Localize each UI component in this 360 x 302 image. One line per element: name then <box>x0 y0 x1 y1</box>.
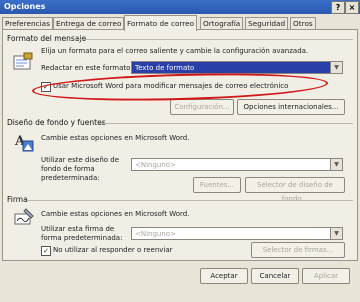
signature-select-value: <Ninguno> <box>135 230 176 238</box>
cancel-button[interactable]: Cancelar <box>251 268 299 284</box>
apply-button[interactable]: Aplicar <box>302 268 350 284</box>
tab-panel: Formato del mensaje Elija un formato par… <box>2 29 358 261</box>
signature-selector-button[interactable]: Selector de firmas... <box>251 242 345 258</box>
signature-select[interactable]: <Ninguno> ▼ <box>131 227 343 240</box>
divider <box>99 123 353 124</box>
no-reply-label: No utilizar al responder o reenviar <box>53 246 173 254</box>
chevron-down-icon: ▼ <box>330 228 342 239</box>
mail-format-icon <box>13 52 33 70</box>
divider <box>27 200 353 201</box>
format-select-value: Texto de formato <box>135 64 195 72</box>
background-fonts-icon: A <box>14 134 34 152</box>
signature-label: Utilizar esta firma de forma predetermin… <box>41 225 123 242</box>
tab-strip: Preferencias Entrega de correo Formato d… <box>2 15 358 31</box>
chevron-down-icon: ▼ <box>330 159 342 170</box>
ok-button[interactable]: Aceptar <box>200 268 248 284</box>
format-select[interactable]: Texto de formato ▼ <box>131 61 343 74</box>
title-bar: Opciones ? × <box>0 0 360 14</box>
no-reply-checkbox[interactable]: ✓ <box>41 246 51 256</box>
international-options-button[interactable]: Opciones internacionales... <box>237 99 345 115</box>
tab-formato-de-correo[interactable]: Formato de correo <box>124 15 198 31</box>
background-description: Cambie estas opciones en Microsoft Word. <box>41 134 190 142</box>
background-select-value: <Ninguno> <box>135 161 176 169</box>
fonts-button[interactable]: Fuentes... <box>193 177 241 193</box>
chevron-down-icon: ▼ <box>330 62 342 73</box>
signature-icon <box>14 208 34 225</box>
background-label: Utilizar este diseño de fondo de forma p… <box>41 156 120 182</box>
configuration-button[interactable]: Configuración... <box>170 99 234 115</box>
background-select[interactable]: <Ninguno> ▼ <box>131 158 343 171</box>
help-button[interactable]: ? <box>331 1 345 14</box>
window-title: Opciones <box>4 2 46 11</box>
section-title-background: Diseño de fondo y fuentes <box>7 118 106 127</box>
close-button[interactable]: × <box>345 1 359 14</box>
divider <box>75 39 353 40</box>
redactar-label: Redactar en este formato: <box>41 64 133 72</box>
background-selector-button[interactable]: Selector de diseño de fondo... <box>245 177 345 203</box>
signature-description: Cambie estas opciones en Microsoft Word. <box>41 210 190 218</box>
section-title-signature: Firma <box>7 195 28 204</box>
format-description: Elija un formato para el correo saliente… <box>41 47 309 55</box>
